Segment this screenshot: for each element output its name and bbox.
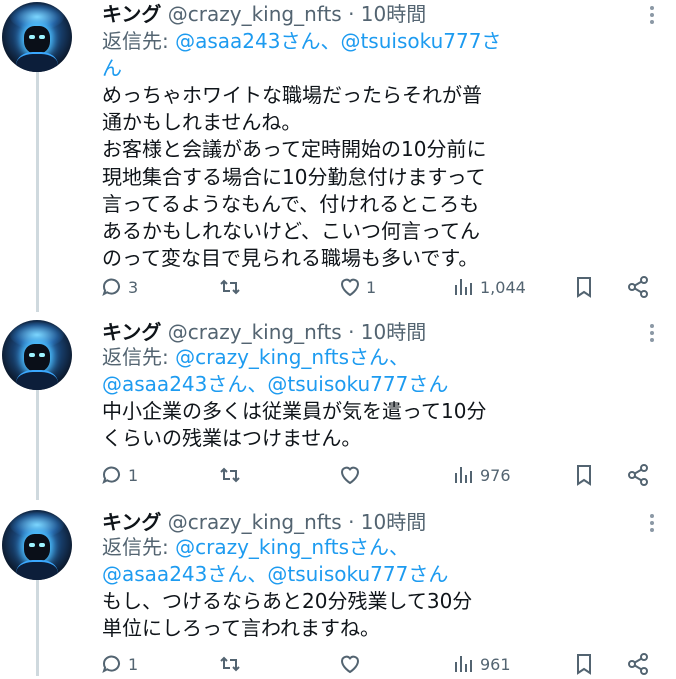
like-button[interactable] <box>338 460 366 490</box>
like-button[interactable]: 1 <box>338 272 376 302</box>
views-button[interactable]: 976 <box>452 460 511 490</box>
retweet-button[interactable] <box>218 649 246 679</box>
tweet-text: 中小企業の多くは従業員が気を遣って10分 くらいの残業はつけません。 <box>102 399 487 451</box>
views-button[interactable]: 961 <box>452 649 511 679</box>
reply-count: 1 <box>128 654 139 674</box>
reply-button[interactable]: 1 <box>100 649 138 679</box>
bookmark-button[interactable] <box>572 272 596 302</box>
avatar[interactable] <box>2 320 72 390</box>
speech-bubble-icon <box>102 655 120 674</box>
share-button[interactable] <box>626 460 650 490</box>
user-handle[interactable]: @crazy_king_nfts <box>168 2 342 26</box>
display-name[interactable]: キング <box>102 320 161 344</box>
reply-count: 1 <box>128 465 139 485</box>
tweet-text: めっちゃホワイトな職場だったらそれが普 通かもしれませんね。 お客様と会議があっ… <box>102 83 487 271</box>
bookmark-button[interactable] <box>572 649 596 679</box>
bar-chart-icon <box>455 467 472 483</box>
reply-to-line: 返信先: @asaa243さん、@tsuisoku777さ ん <box>102 28 668 82</box>
retweet-button[interactable] <box>218 460 246 490</box>
bookmark-icon <box>577 654 591 675</box>
timestamp[interactable]: 10時間 <box>361 510 426 534</box>
tweet[interactable]: キング @crazy_king_nfts · 10時間 返信先: @asaa24… <box>0 0 676 312</box>
share-button[interactable] <box>626 272 650 302</box>
speech-bubble-icon <box>102 278 120 297</box>
views-count: 1,044 <box>480 277 526 297</box>
tweet[interactable]: キング @crazy_king_nfts · 10時間 返信先: @crazy_… <box>0 318 676 508</box>
like-button[interactable] <box>338 649 366 679</box>
share-button[interactable] <box>626 649 650 679</box>
views-button[interactable]: 1,044 <box>452 272 526 302</box>
bookmark-icon <box>577 465 591 486</box>
bookmark-icon <box>577 277 591 298</box>
display-name[interactable]: キング <box>102 2 161 26</box>
display-name[interactable]: キング <box>102 510 161 534</box>
reply-prefix: 返信先: <box>102 29 176 53</box>
tweet-header: キング @crazy_king_nfts · 10時間 <box>102 318 426 346</box>
retweet-arrows-icon <box>220 279 240 295</box>
reply-prefix: 返信先: <box>102 345 176 369</box>
reply-to-line: 返信先: @crazy_king_nftsさん、 @asaa243さん、@tsu… <box>102 534 668 588</box>
tweet-actions: 3 1 1,044 <box>100 272 660 302</box>
retweet-arrows-icon <box>220 656 240 672</box>
share-icon <box>628 464 648 486</box>
share-icon <box>628 653 648 675</box>
avatar[interactable] <box>2 2 72 72</box>
timestamp[interactable]: 10時間 <box>361 320 426 344</box>
bookmark-button[interactable] <box>572 460 596 490</box>
retweet-button[interactable] <box>218 272 246 302</box>
tweet-header: キング @crazy_king_nfts · 10時間 <box>102 0 426 28</box>
more-dots-icon[interactable] <box>640 6 664 26</box>
reply-button[interactable]: 3 <box>100 272 138 302</box>
separator-dot: · <box>348 2 355 26</box>
reply-button[interactable]: 1 <box>100 460 138 490</box>
bar-chart-icon <box>455 656 472 672</box>
like-count: 1 <box>366 277 377 297</box>
heart-icon <box>340 466 360 485</box>
tweet-actions: 1 961 <box>100 649 660 679</box>
retweet-arrows-icon <box>220 467 240 483</box>
heart-icon <box>340 278 360 297</box>
user-handle[interactable]: @crazy_king_nfts <box>168 510 342 534</box>
separator-dot: · <box>348 510 355 534</box>
separator-dot: · <box>348 320 355 344</box>
bar-chart-icon <box>455 279 472 295</box>
tweet-actions: 1 976 <box>100 460 660 490</box>
more-dots-icon[interactable] <box>640 324 664 344</box>
avatar[interactable] <box>2 510 72 580</box>
tweet[interactable]: キング @crazy_king_nfts · 10時間 返信先: @crazy_… <box>0 508 676 676</box>
tweet-header: キング @crazy_king_nfts · 10時間 <box>102 508 426 536</box>
reply-to-line: 返信先: @crazy_king_nftsさん、 @asaa243さん、@tsu… <box>102 344 668 398</box>
speech-bubble-icon <box>102 466 120 485</box>
reply-count: 3 <box>128 277 139 297</box>
timestamp[interactable]: 10時間 <box>361 2 426 26</box>
user-handle[interactable]: @crazy_king_nfts <box>168 320 342 344</box>
tweet-text: もし、つけるならあと20分残業して30分 単位にしろって言われますね。 <box>102 589 473 641</box>
heart-icon <box>340 655 360 674</box>
share-icon <box>628 276 648 298</box>
views-count: 961 <box>480 654 511 674</box>
reply-prefix: 返信先: <box>102 535 176 559</box>
views-count: 976 <box>480 465 511 485</box>
more-dots-icon[interactable] <box>640 514 664 534</box>
